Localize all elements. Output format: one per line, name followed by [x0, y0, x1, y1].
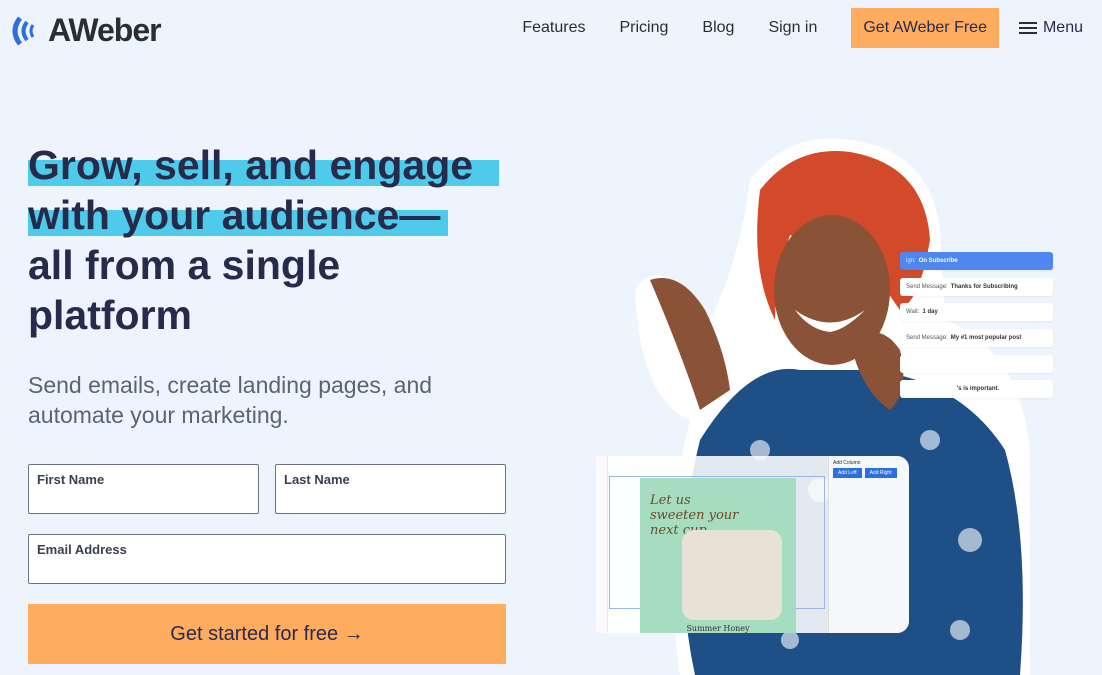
headline-line: all from a single	[28, 242, 341, 288]
hero-subtitle: Send emails, create landing pages, and a…	[28, 372, 433, 428]
top-nav: Features Pricing Blog Sign in Get AWeber…	[522, 8, 1102, 48]
menu-label: Menu	[1042, 19, 1083, 36]
logo-text: AWeber	[48, 12, 162, 48]
workflow-card-value: 's is important.	[956, 386, 1000, 392]
workflow-card-label: Send Message:	[906, 335, 948, 341]
headline-line: platform	[28, 292, 192, 338]
headline-line: with your audience—	[28, 192, 441, 238]
workflow-card-label: Send Message:	[906, 284, 948, 290]
aweber-logo[interactable]: AWeber	[12, 12, 162, 49]
workflow-card: ign: On Subscribe	[900, 252, 1053, 270]
first-name-label: First Name	[37, 472, 105, 487]
tea-jar-image	[682, 530, 782, 620]
hamburger-icon	[1018, 22, 1037, 34]
first-name-field[interactable]: First Name	[28, 464, 259, 514]
last-name-field[interactable]: Last Name	[275, 464, 506, 514]
nav-pricing[interactable]: Pricing	[620, 19, 669, 37]
workflow-card-label: Wait:	[906, 309, 920, 315]
get-started-button[interactable]: Get started for free →	[28, 604, 506, 664]
workflow-card: Send Message: My #1 most popular post	[900, 329, 1053, 347]
promo-footer: Summer Honey	[686, 624, 750, 633]
editor-settings-panel: Add Column Add Left Add Right	[828, 456, 909, 633]
nav-features[interactable]: Features	[522, 19, 585, 37]
promo-image: Let us sweeten your next cup Summer Hone…	[640, 478, 796, 633]
workflow-card: 's is important.	[900, 380, 1053, 398]
workflow-card-value: Thanks for Subscribing	[950, 284, 1018, 290]
add-left-button[interactable]: Add Left	[833, 468, 862, 478]
aweber-logo-icon	[12, 15, 35, 46]
nav-blog[interactable]: Blog	[702, 19, 734, 37]
workflow-card-value: 1 day	[922, 309, 938, 315]
workflow-card-label: ign:	[906, 258, 916, 264]
workflow-card-value: On Subscribe	[918, 258, 958, 264]
nav-sign-in[interactable]: Sign in	[768, 19, 817, 37]
email-editor-preview: Let us sweeten your next cup Summer Hone…	[596, 456, 909, 633]
add-right-button[interactable]: Add Right	[864, 468, 897, 478]
get-aweber-free-button[interactable]: Get AWeber Free	[851, 8, 999, 48]
workflow-card: Send Message: Thanks for Subscribing	[900, 278, 1053, 296]
editor-toolbar	[596, 456, 608, 633]
workflow-card	[900, 355, 1053, 373]
email-label: Email Address	[37, 542, 127, 557]
last-name-label: Last Name	[284, 472, 350, 487]
page-title: Grow, sell, and engage with your audienc…	[28, 140, 548, 340]
email-field[interactable]: Email Address	[28, 534, 506, 584]
workflow-card-value: My #1 most popular post	[950, 335, 1022, 341]
menu-button[interactable]: Menu	[1018, 19, 1083, 37]
headline-line: Grow, sell, and engage	[28, 142, 474, 188]
add-column-label: Add Column	[833, 460, 861, 466]
workflow-card: Wait: 1 day	[900, 303, 1053, 321]
